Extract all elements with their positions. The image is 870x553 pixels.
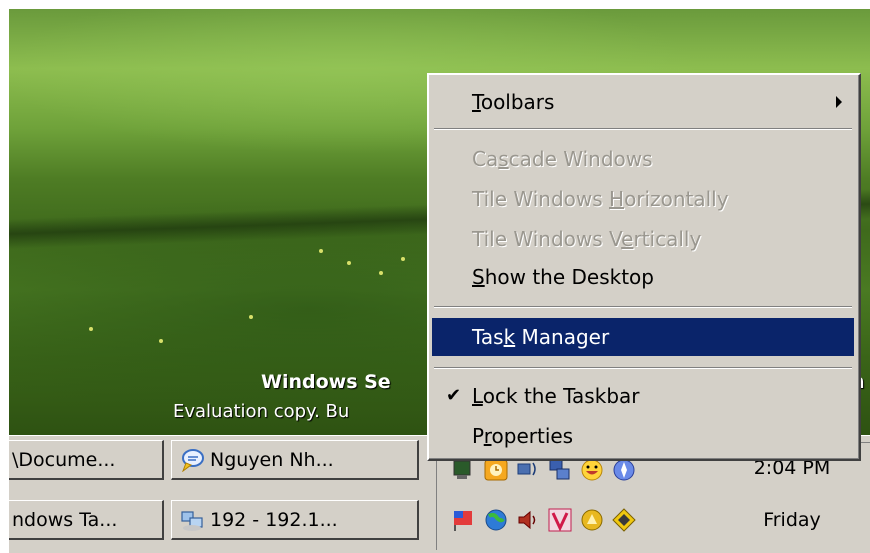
- taskbar-button-label: \Docume...: [12, 448, 116, 471]
- network-computers-icon: [181, 510, 203, 531]
- taskbar-context-menu: Toolbars Cascade Windows Tile Windows Ho…: [427, 73, 861, 461]
- checkmark-icon: ✔: [446, 385, 462, 406]
- menu-item-label: Show the Desktop: [472, 265, 654, 289]
- speaker-icon[interactable]: [515, 507, 541, 533]
- menu-separator: [434, 367, 852, 369]
- taskbar-button-chat[interactable]: Nguyen Nh...: [171, 440, 419, 480]
- menu-item-label: Task Manager: [472, 325, 610, 349]
- menu-item-label: Cascade Windows: [472, 147, 653, 171]
- menu-separator: [434, 128, 852, 130]
- globe-icon[interactable]: [483, 507, 509, 533]
- watermark-subtitle: Evaluation copy. Bu: [173, 401, 350, 422]
- watermark-title: Windows Se: [261, 371, 391, 393]
- gold-app-icon[interactable]: [579, 507, 605, 533]
- menu-item-tile-vertically: Tile Windows Vertically: [432, 220, 854, 258]
- taskbar-button-documents[interactable]: \Docume...: [9, 440, 164, 480]
- taskbar-button-label: ndows Ta...: [12, 508, 118, 531]
- antivirus-v-icon[interactable]: [547, 507, 573, 533]
- menu-item-tile-horizontally: Tile Windows Horizontally: [432, 180, 854, 218]
- menu-item-label: Tile Windows Horizontally: [472, 187, 729, 211]
- menu-item-toolbars[interactable]: Toolbars: [432, 83, 854, 121]
- menu-item-label: Properties: [472, 424, 574, 448]
- menu-separator: [434, 306, 852, 308]
- menu-item-label: Tile Windows Vertically: [472, 227, 702, 251]
- flag-icon[interactable]: [451, 507, 477, 533]
- clock-day[interactable]: Friday: [737, 509, 847, 531]
- diamond-app-icon[interactable]: [611, 507, 637, 533]
- screen: Windows Se Evaluation copy. Bu n ) \Docu…: [9, 9, 870, 553]
- menu-item-show-desktop[interactable]: Show the Desktop: [432, 258, 854, 296]
- submenu-arrow-icon: [836, 96, 842, 108]
- menu-item-task-manager[interactable]: Task Manager: [432, 318, 854, 356]
- menu-item-label: Toolbars: [472, 90, 555, 114]
- chat-bubble-icon: [182, 448, 204, 472]
- taskbar-button-windows-task[interactable]: ndows Ta...: [9, 500, 164, 540]
- taskbar-button-label: 192 - 192.1...: [210, 508, 338, 531]
- taskbar-button-label: Nguyen Nh...: [210, 448, 334, 471]
- taskbar-button-remote[interactable]: 192 - 192.1...: [171, 500, 419, 540]
- menu-item-cascade-windows: Cascade Windows: [432, 140, 854, 178]
- menu-item-properties[interactable]: Properties: [432, 417, 854, 455]
- menu-item-label: Lock the Taskbar: [472, 384, 640, 408]
- menu-item-lock-taskbar[interactable]: ✔ Lock the Taskbar: [432, 377, 854, 415]
